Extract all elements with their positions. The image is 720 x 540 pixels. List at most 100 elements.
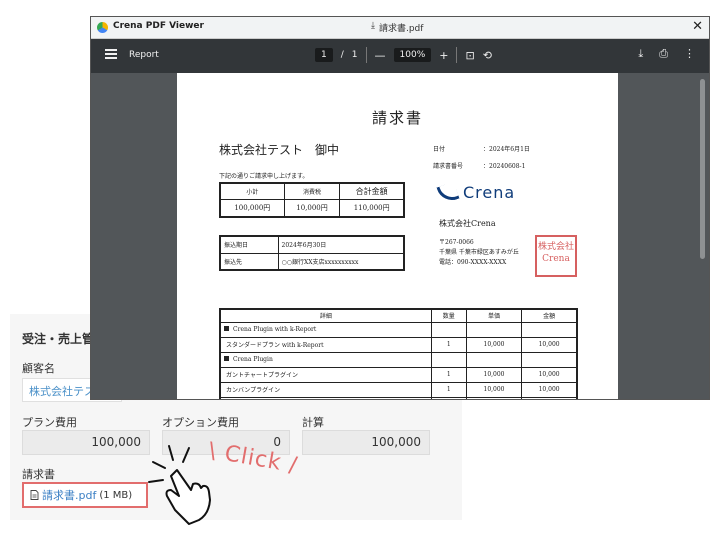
option-cost-label: オプション費用 [162,416,239,429]
issuer-postal: 〒267-0066 [439,239,474,246]
items-header: 数量 [430,308,467,323]
more-options-icon[interactable]: ⋮ [684,47,695,61]
item-name-cell: イチランプラグイン [219,396,432,399]
plan-cost-field[interactable]: 100,000 [22,430,150,455]
payment-table: 振込期日 2024年6月30日 振込先 ○○銀行XX支店xxxxxxxxxx [219,235,405,271]
crena-logo: Crena [436,180,516,205]
item-price-cell: 10,000 [465,381,523,398]
print-icon[interactable]: ⎙ [659,47,668,61]
item-amount-cell: 10,000 [521,336,578,353]
summary-header: 消費税 [283,182,341,200]
items-body: Crena Plugin with k-Report スタンダードプラン with… [219,321,578,399]
item-price-cell [465,351,523,368]
invoice-file-size: (1 MB) [99,489,133,501]
total-field[interactable]: 100,000 [302,430,430,455]
issuer-phone: 電話：090-XXXX-XXXX [439,259,507,266]
items-header: 詳細 [219,308,432,323]
page-zoom-controls: 1 / 1 — 100% + ⊡ ⟲ [315,47,492,63]
toolbar-divider [365,47,367,63]
items-header: 金額 [521,308,578,323]
table-row: カンバンプラグイン 1 10,000 10,000 [219,381,578,398]
item-qty-cell: 1 [430,396,467,399]
plan-cost-label: プラン費用 [22,416,77,429]
invoice-file-name[interactable]: 請求書.pdf [42,487,96,503]
doc-label: Report [129,50,159,60]
invoice-client: 株式会社テスト 御中 [219,143,340,157]
item-amount-cell [521,351,578,368]
menu-icon[interactable] [105,49,117,59]
download-button-icon[interactable]: ⤓ [638,47,643,61]
summary-header: 小計 [219,182,285,200]
window-file-name: 請求書.pdf [378,24,424,34]
summary-cell: 110,000円 [339,198,405,218]
item-price-cell: 10,000 [465,396,523,399]
toolbar-divider [456,47,458,63]
item-price-cell [465,321,523,338]
item-qty-cell [430,351,467,368]
item-price-cell: 10,000 [465,336,523,353]
summary-table: 小計 消費税 合計金額 100,000円 10,000円 110,000円 [219,182,405,218]
bank-key: 振込先 [219,252,279,271]
company-seal-stamp: 株式会社 Crena [535,235,577,277]
item-qty-cell: 1 [430,336,467,353]
invoice-file-link[interactable]: 請求書.pdf (1 MB) [22,482,148,508]
item-amount-cell: 10,000 [521,381,578,398]
item-qty-cell [430,321,467,338]
number-value: ：20240608-1 [483,163,526,170]
table-row: スタンダードプラン with k-Report 1 10,000 10,000 [219,336,578,353]
pdf-page: 請求書 株式会社テスト 御中 下記の通りご請求申し上げます。 日付 ：2024年6… [177,73,618,399]
customer-label: 顧客名 [22,362,55,375]
total-label: 計算 [302,416,324,429]
download-icon: ⤓ [371,21,375,31]
invoice-note: 下記の通りご請求申し上げます。 [219,173,309,180]
page-number-input[interactable]: 1 [315,48,333,62]
zoom-in-button[interactable]: + [439,49,448,62]
page-separator: / [340,50,344,60]
item-amount-cell: 10,000 [521,396,578,399]
fit-page-icon[interactable]: ⊡ [465,49,474,62]
pdf-viewer-window: Crena PDF Viewer ⤓ 請求書.pdf ✕ Report 1 / … [90,16,710,400]
pdf-toolbar: Report 1 / 1 — 100% + ⊡ ⟲ ⤓ ⎙ ⋮ [91,39,709,73]
window-title: ⤓ 請求書.pdf [371,21,423,34]
invoice-title: 請求書 [371,109,423,127]
table-row: Crena Plugin with k-Report [219,321,578,338]
due-value: 2024年6月30日 [277,235,405,254]
section-title: 受注・売上管 [22,332,95,346]
hand-pointer-icon [148,445,211,525]
item-qty-cell: 1 [430,366,467,383]
item-price-cell: 10,000 [465,366,523,383]
due-key: 振込期日 [219,235,279,254]
item-name-cell: Crena Plugin with k-Report [219,321,432,338]
summary-cell: 10,000円 [283,198,341,218]
item-amount-cell [521,321,578,338]
invoice-label: 請求書 [22,468,55,481]
item-name-cell: スタンダードプラン with k-Report [219,336,432,353]
zoom-out-button[interactable]: — [375,49,386,62]
item-qty-cell: 1 [430,381,467,398]
bank-value: ○○銀行XX支店xxxxxxxxxx [277,252,405,271]
app-logo-icon [97,22,108,33]
toolbar-actions: ⤓ ⎙ ⋮ [638,47,695,61]
file-icon [30,490,39,500]
rotate-icon[interactable]: ⟲ [483,49,492,62]
crena-logo-text: Crena [463,183,516,202]
date-key: 日付 [433,146,446,153]
close-icon[interactable]: ✕ [692,19,703,34]
zoom-level-input[interactable]: 100% [393,48,432,62]
invoice-date: 日付 ：2024年6月1日 [433,144,530,153]
item-name-cell: ガントチャートプラグイン [219,366,432,383]
items-table: 詳細 数量 単価 金額 Crena Plugin with k-Report スタ… [219,308,578,399]
issuer-address: 千葉県 千葉市緑区あすみが丘 [439,249,519,256]
items-header: 単価 [465,308,523,323]
page-total: 1 [351,50,358,60]
crena-logo-mark-icon [436,180,460,205]
viewer-titlebar: Crena PDF Viewer ⤓ 請求書.pdf ✕ [91,17,709,39]
viewer-scrollbar[interactable] [700,79,705,259]
item-name-cell: カンバンプラグイン [219,381,432,398]
app-name: Crena PDF Viewer [113,21,204,31]
item-amount-cell: 10,000 [521,366,578,383]
number-key: 請求書番号 [433,163,464,170]
item-name-cell: Crena Plugin [219,351,432,368]
date-value: ：2024年6月1日 [483,146,530,153]
summary-cell: 100,000円 [219,198,285,218]
